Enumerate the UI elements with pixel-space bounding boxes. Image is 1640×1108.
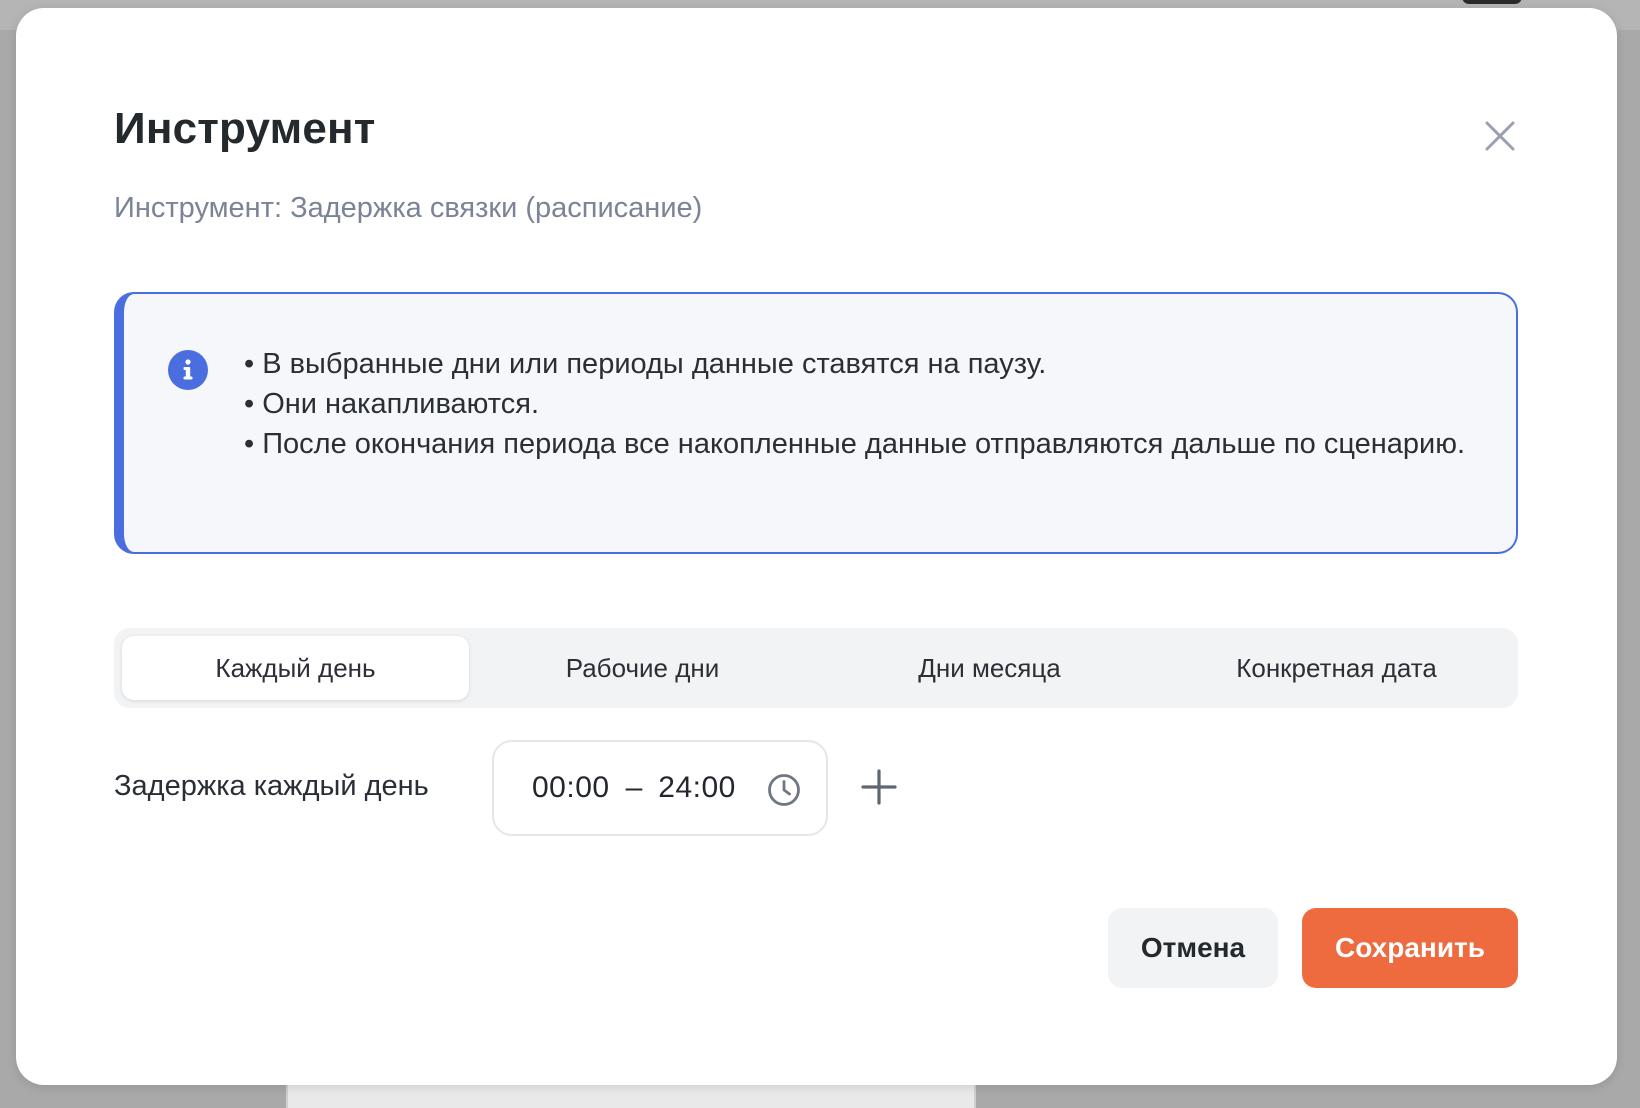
delay-label: Задержка каждый день (114, 770, 429, 802)
info-callout: • В выбранные дни или периоды данные ста… (114, 292, 1518, 554)
backdrop-pill (1462, 0, 1522, 4)
info-line: • Они накапливаются. (244, 388, 539, 420)
schedule-tabs: Каждый день Рабочие дни Дни месяца Конкр… (114, 628, 1518, 708)
info-icon (168, 350, 208, 390)
clock-icon (768, 774, 800, 806)
tool-modal: Инструмент Инструмент: Задержка связки (… (16, 8, 1617, 1085)
tab-work-days[interactable]: Рабочие дни (469, 636, 816, 700)
time-separator: – (625, 771, 643, 804)
time-range-field[interactable]: 00:00 – 24:00 (492, 740, 828, 836)
cancel-button[interactable]: Отмена (1108, 908, 1278, 988)
close-icon (1485, 121, 1515, 151)
tab-specific-date[interactable]: Конкретная дата (1163, 636, 1510, 700)
close-button[interactable] (1478, 114, 1522, 158)
time-end: 24:00 (658, 771, 736, 804)
info-line: • В выбранные дни или периоды данные ста… (244, 348, 1047, 380)
tab-month-days[interactable]: Дни месяца (816, 636, 1163, 700)
add-period-button[interactable] (856, 764, 902, 810)
tab-every-day[interactable]: Каждый день (122, 636, 469, 700)
modal-title: Инструмент (114, 104, 376, 153)
modal-subtitle: Инструмент: Задержка связки (расписание) (114, 192, 703, 224)
info-text: • В выбранные дни или периоды данные ста… (244, 344, 1504, 464)
info-line: • После окончания периода все накопленны… (244, 428, 1466, 460)
save-button[interactable]: Сохранить (1302, 908, 1518, 988)
plus-icon (861, 769, 897, 805)
time-start: 00:00 (532, 771, 610, 804)
